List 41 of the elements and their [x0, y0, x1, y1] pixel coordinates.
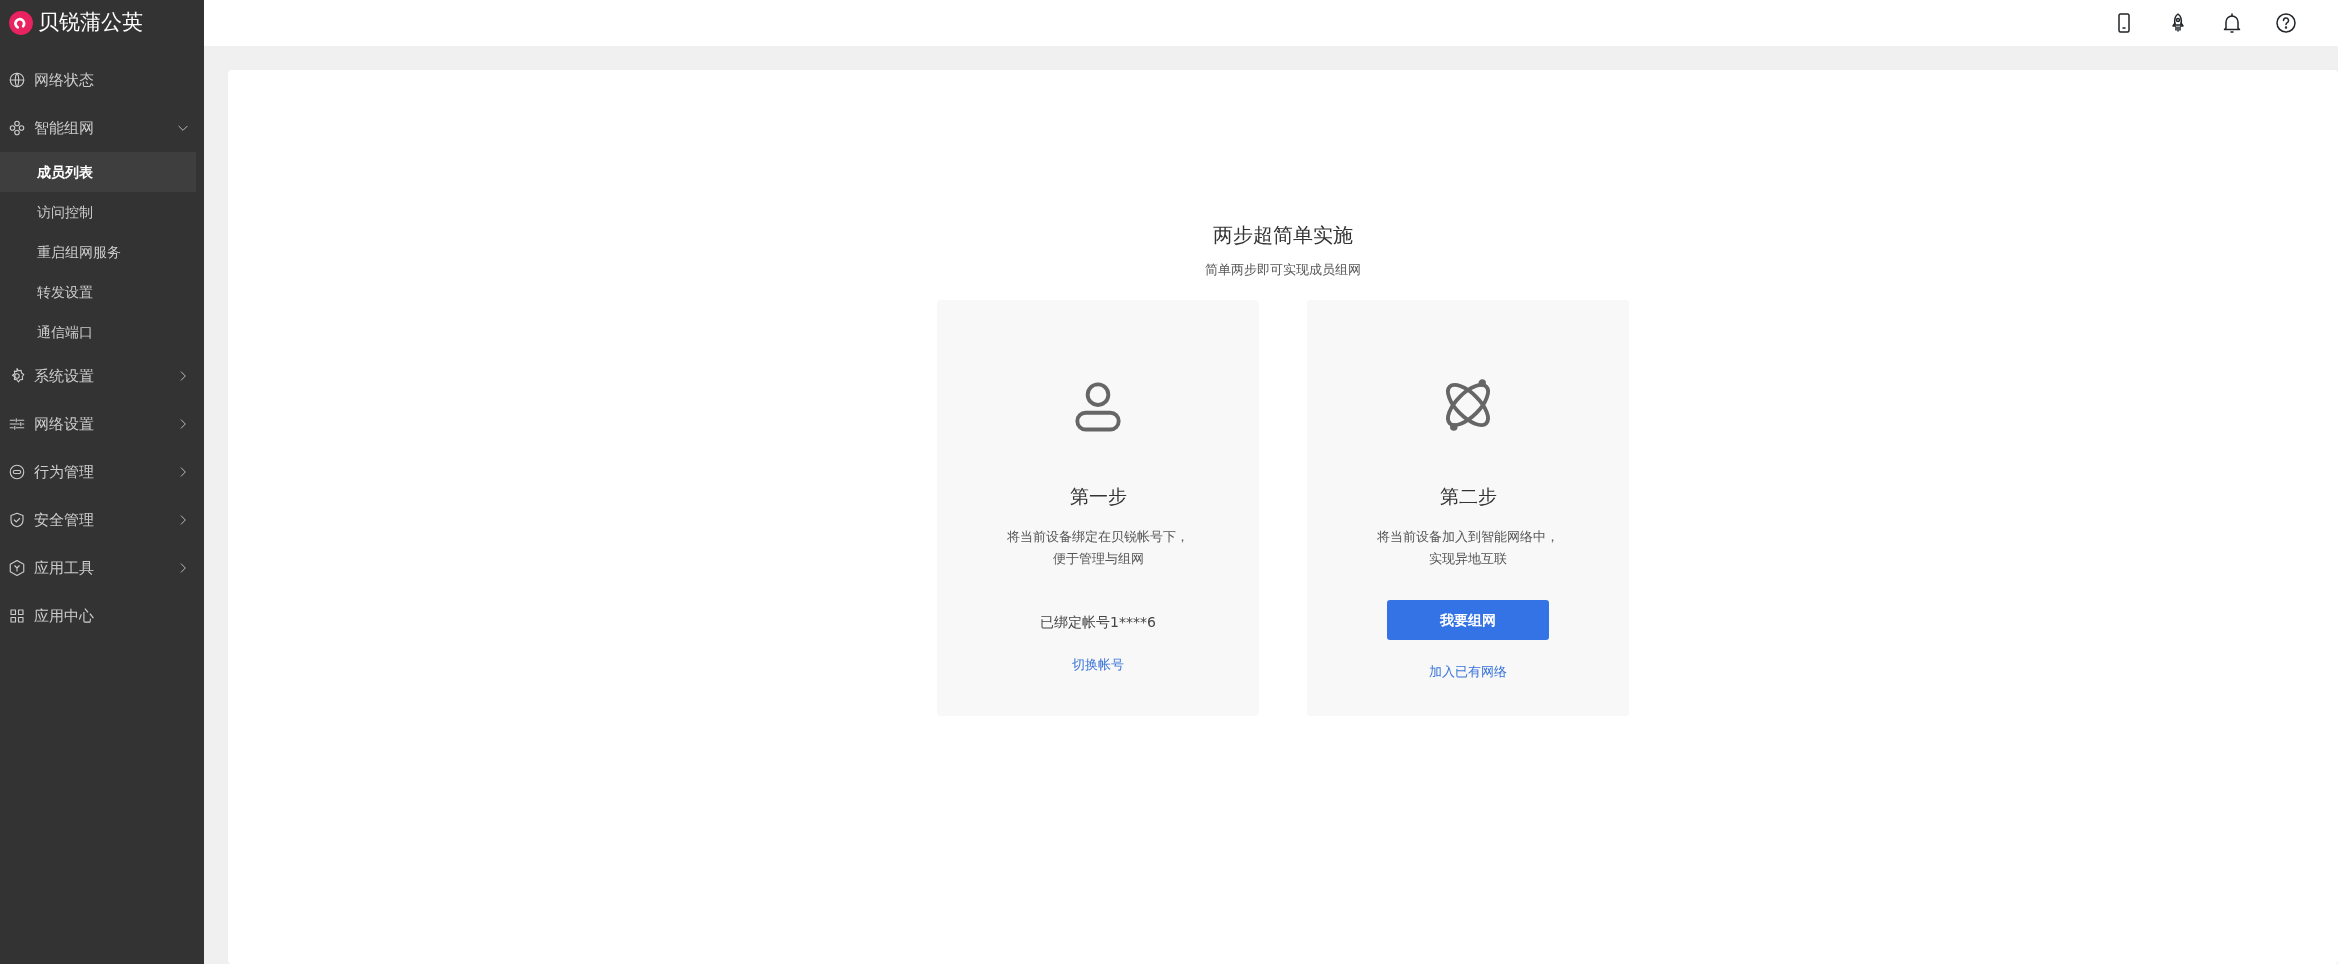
menu-label: 系统设置 — [34, 365, 94, 387]
grid-icon — [8, 607, 26, 625]
submenu-item[interactable]: 重启组网服务 — [0, 232, 196, 272]
step-description: 将当前设备绑定在贝锐帐号下， 便于管理与组网 — [1007, 528, 1189, 568]
join-network-button[interactable]: 我要组网 — [1387, 600, 1549, 640]
toggle-icon — [8, 463, 26, 481]
switch-account-link[interactable]: 切换帐号 — [1072, 655, 1124, 675]
submenu-item[interactable]: 转发设置 — [0, 272, 196, 312]
menu-label: 网络设置 — [34, 413, 94, 435]
shield-icon — [8, 511, 26, 529]
step-title: 第二步 — [1439, 483, 1497, 509]
menu-label: 网络状态 — [34, 69, 94, 91]
page-subtitle: 简单两步即可实现成员组网 — [1205, 261, 1361, 279]
sidebar-item[interactable]: 网络设置 — [0, 400, 204, 448]
sidebar-item[interactable]: 网络状态 — [0, 56, 204, 104]
sidebar-item[interactable]: 安全管理 — [0, 496, 204, 544]
page-title: 两步超简单实施 — [1213, 222, 1353, 249]
hexagon-icon — [8, 559, 26, 577]
sidebar-item[interactable]: 行为管理 — [0, 448, 204, 496]
sidebar-item[interactable]: 智能组网 — [0, 104, 204, 152]
logo-icon — [8, 10, 34, 36]
bound-account-text: 已绑定帐号1****6 — [1040, 613, 1156, 632]
submenu-item[interactable]: 通信端口 — [0, 312, 196, 352]
step-description: 将当前设备加入到智能网络中， 实现异地互联 — [1377, 528, 1559, 568]
menu-label: 智能组网 — [34, 117, 94, 139]
sliders-icon — [8, 415, 26, 433]
menu-label: 应用工具 — [34, 557, 94, 579]
menu-label: 应用中心 — [34, 605, 94, 627]
sidebar-item[interactable]: 应用中心 — [0, 592, 204, 640]
sidebar-item[interactable]: 系统设置 — [0, 352, 204, 400]
brand-name: 贝锐蒲公英 — [38, 9, 143, 37]
join-existing-link[interactable]: 加入已有网络 — [1429, 662, 1507, 682]
submenu-item[interactable]: 成员列表 — [0, 152, 196, 192]
step-title: 第一步 — [1069, 483, 1127, 509]
globe-icon — [8, 71, 26, 89]
sidebar-item[interactable]: 应用工具 — [0, 544, 204, 592]
menu-label: 安全管理 — [34, 509, 94, 531]
submenu-item[interactable]: 访问控制 — [0, 192, 196, 232]
cross-nodes-icon — [8, 119, 26, 137]
menu-label: 行为管理 — [34, 461, 94, 483]
help-icon[interactable] — [2274, 11, 2298, 35]
